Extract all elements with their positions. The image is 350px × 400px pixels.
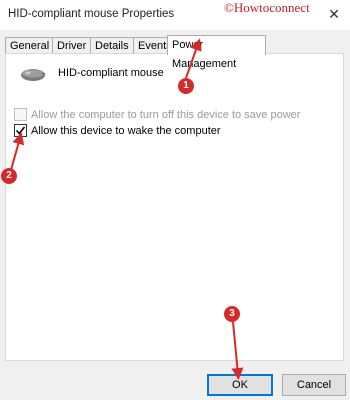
annotation-badge-3: 3 [224, 306, 240, 322]
annotation-arrows [10, 38, 244, 380]
annotation-arrow-3 [231, 321, 244, 380]
annotation-badge-1: 1 [178, 78, 194, 94]
annotation-arrow-2 [10, 132, 25, 171]
annotation-arrow-1 [185, 38, 202, 79]
annotation-badge-2: 2 [1, 168, 17, 184]
